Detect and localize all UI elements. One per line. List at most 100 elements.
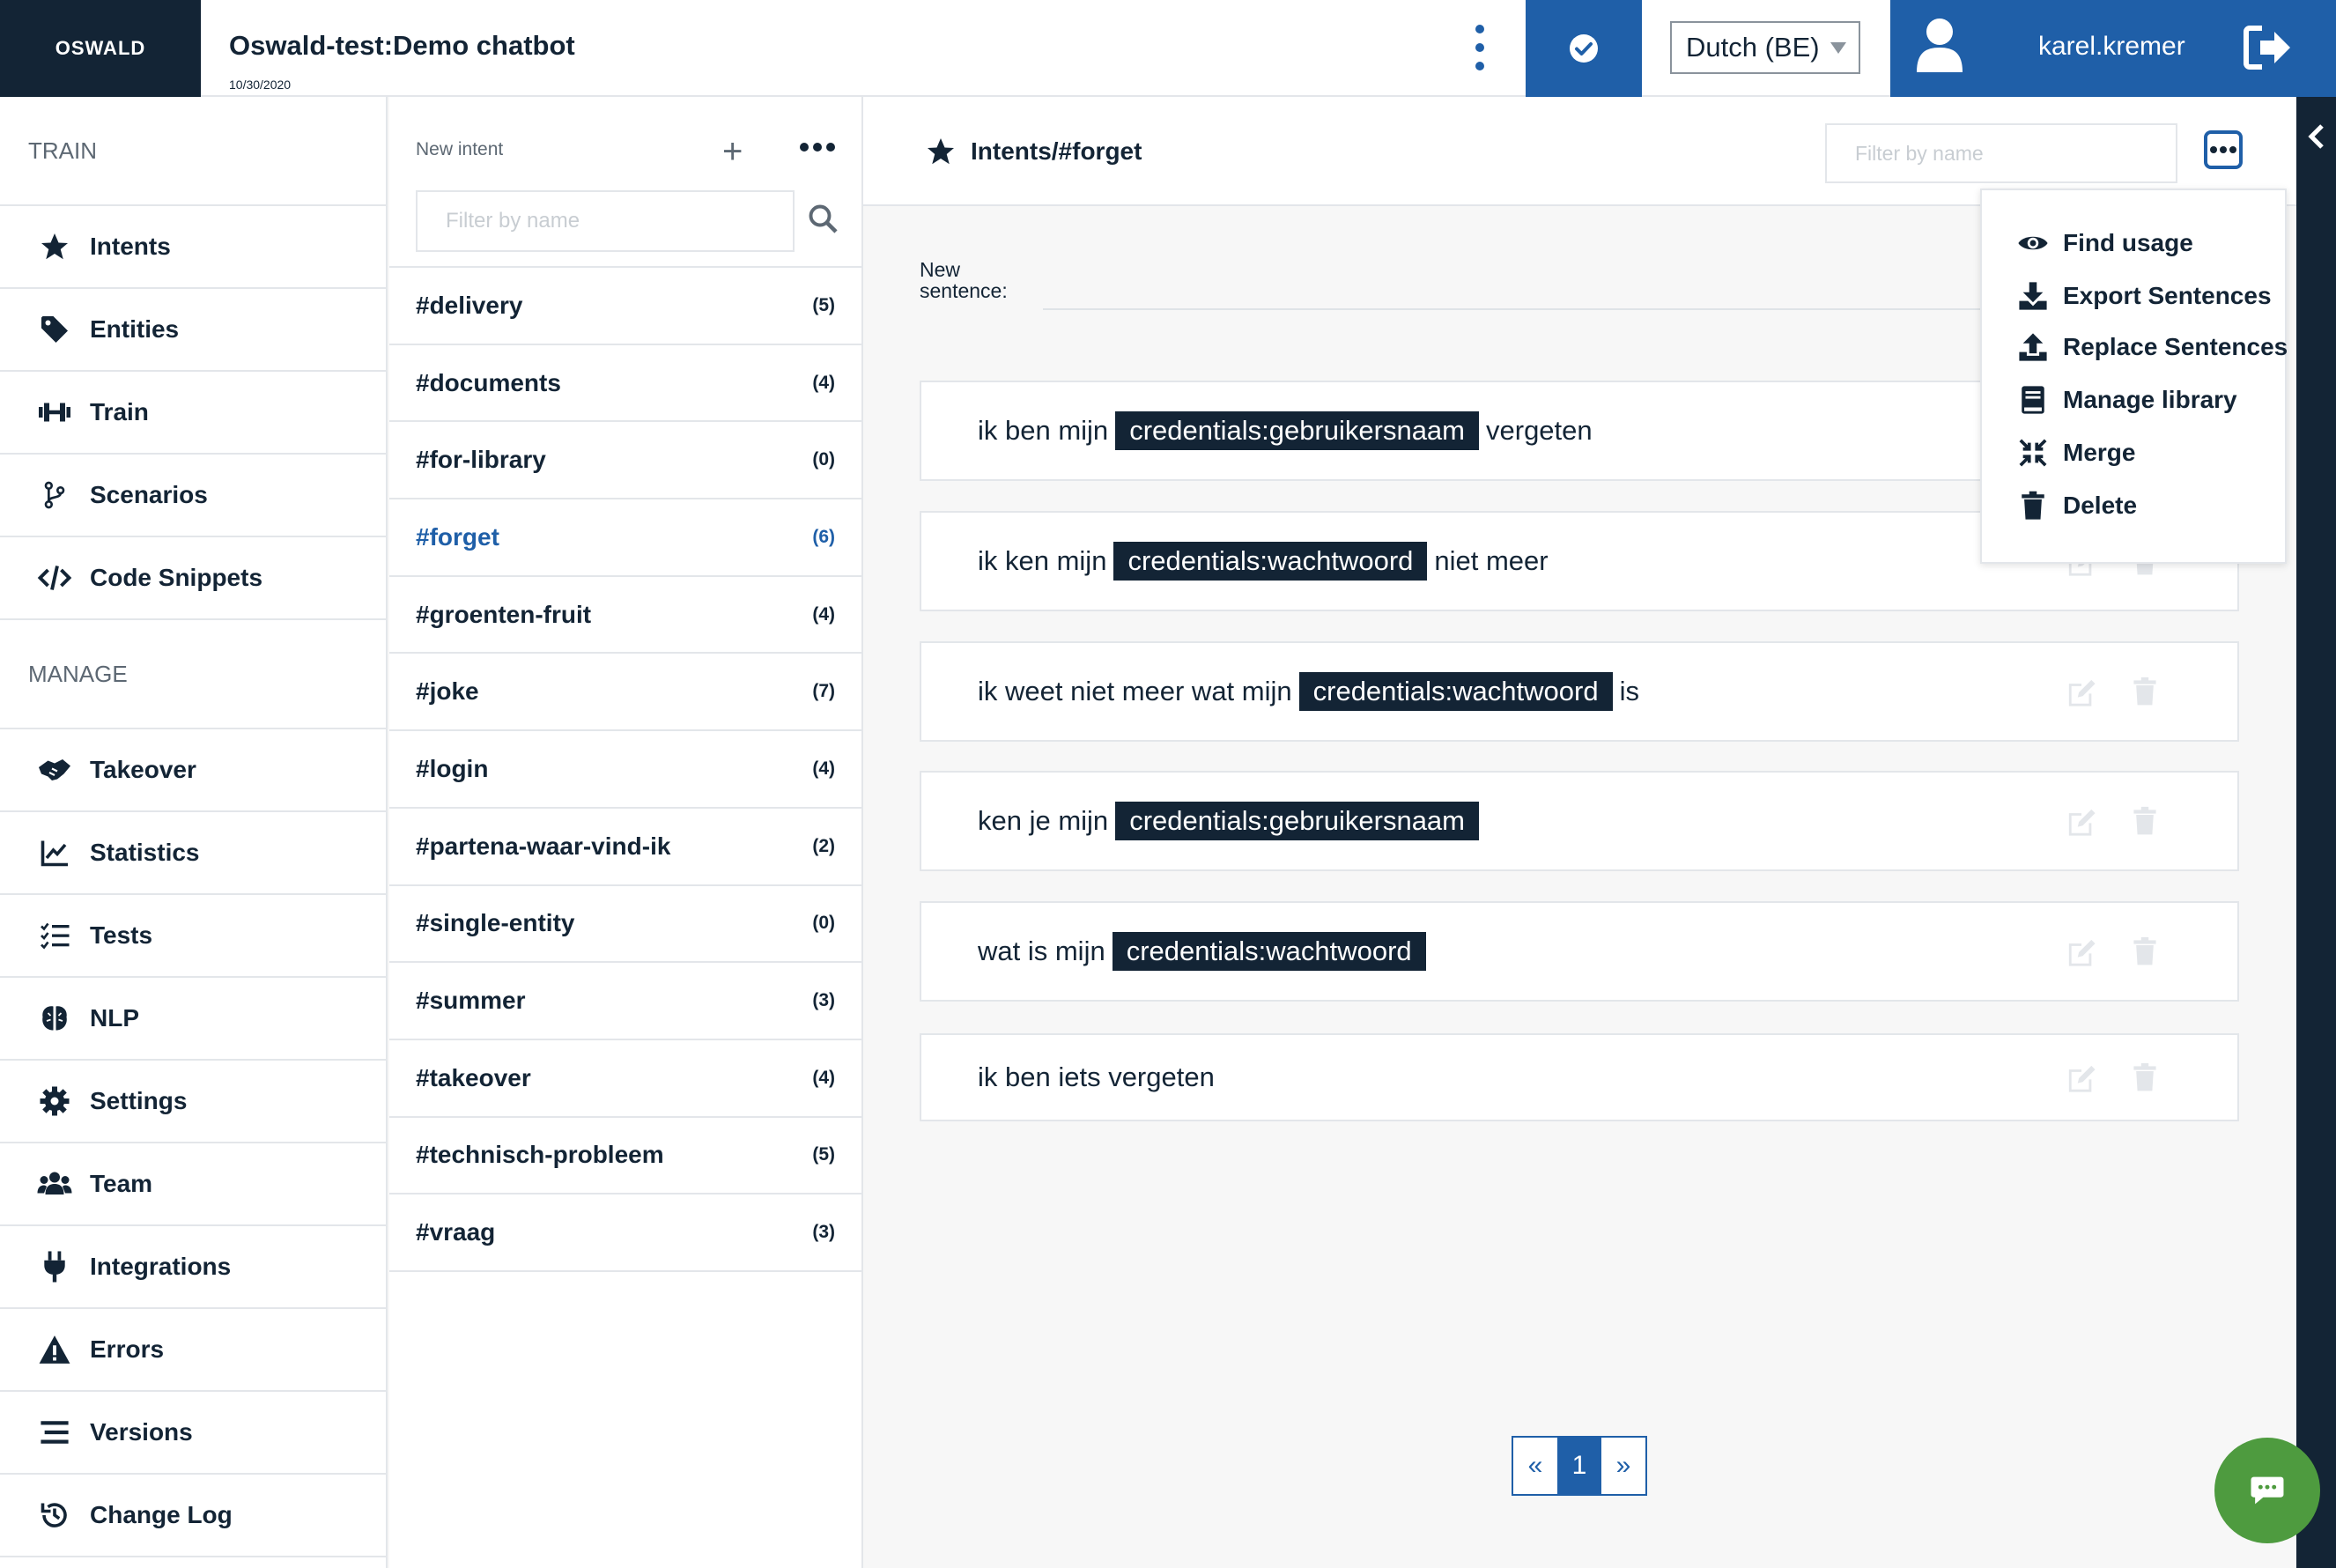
upload-icon: [2017, 331, 2049, 363]
intent-name: #technisch-probleem: [416, 1141, 664, 1169]
intent-count: (0): [812, 449, 835, 470]
sentence-filter-input[interactable]: [1825, 123, 2177, 183]
intent-row[interactable]: #documents (4): [389, 345, 861, 423]
intent-list: #delivery (5) #documents (4) #for-library (…: [389, 266, 861, 1272]
search-icon[interactable]: [807, 203, 839, 234]
sidebar-item-label: Tests: [90, 921, 153, 949]
sidebar-item-integrations[interactable]: Integrations: [0, 1226, 386, 1309]
edit-icon[interactable]: [2065, 807, 2098, 837]
sidebar-item-label: Errors: [90, 1335, 165, 1363]
sidebar-item-code-snippets[interactable]: Code Snippets: [0, 537, 386, 620]
sidebar-item-label: Scenarios: [90, 481, 208, 508]
intent-row[interactable]: #joke (7): [389, 654, 861, 732]
intent-name: #login: [416, 754, 489, 782]
menu-item-manage-library[interactable]: Manage library: [2017, 384, 2237, 416]
intent-name: #groenten-fruit: [416, 600, 592, 628]
intent-row[interactable]: #delivery (5): [389, 268, 861, 345]
kebab-menu-icon[interactable]: [1462, 25, 1497, 70]
entity-tag[interactable]: credentials:gebruikersnaam: [1115, 802, 1479, 840]
language-select[interactable]: Dutch (BE): [1670, 21, 1860, 74]
edit-icon[interactable]: [2065, 677, 2098, 707]
intent-row[interactable]: #takeover (4): [389, 1040, 861, 1118]
menu-item-replace-sentences[interactable]: Replace Sentences: [2017, 331, 2288, 363]
intents-panel-header: New intent +: [389, 97, 861, 169]
intent-row[interactable]: #vraag (3): [389, 1194, 861, 1272]
menu-item-label: Manage library: [2063, 386, 2237, 413]
sentence-row[interactable]: wat is mijn credentials:wachtwoord: [920, 901, 2239, 1002]
edit-icon[interactable]: [2065, 1063, 2098, 1093]
intent-row-active[interactable]: #forget (6): [389, 499, 861, 577]
user-area: karel.kremer: [1890, 0, 2336, 97]
sidebar-item-label: Change Log: [90, 1501, 233, 1528]
chevron-left-icon[interactable]: [2307, 123, 2326, 150]
sidebar-item-tests[interactable]: Tests: [0, 895, 386, 978]
menu-item-merge[interactable]: Merge: [2017, 437, 2135, 469]
trash-icon[interactable]: [2133, 936, 2157, 967]
eye-icon: [2017, 227, 2049, 259]
sidebar-item-entities[interactable]: Entities: [0, 289, 386, 372]
sentence-text: wat is mijn: [978, 936, 1105, 966]
compress-icon: [2017, 437, 2049, 469]
intent-count: (5): [812, 294, 835, 315]
chat-button[interactable]: [2214, 1438, 2320, 1543]
sidebar-item-nlp[interactable]: NLP: [0, 978, 386, 1061]
trash-icon[interactable]: [2133, 805, 2157, 837]
intent-row[interactable]: #partena-waar-vind-ik (2): [389, 809, 861, 886]
username[interactable]: karel.kremer: [2038, 32, 2185, 62]
intent-actions-button[interactable]: [2204, 130, 2243, 169]
intent-name: #delivery: [416, 291, 523, 319]
pagination-prev[interactable]: «: [1513, 1438, 1557, 1494]
pagination-current[interactable]: 1: [1557, 1438, 1601, 1494]
chart-line-icon: [35, 833, 74, 872]
sidebar-item-label: Statistics: [90, 839, 200, 866]
intent-row[interactable]: #groenten-fruit (4): [389, 577, 861, 655]
intents-more-icon[interactable]: [800, 143, 835, 152]
publish-button[interactable]: [1526, 0, 1642, 97]
intent-search-input[interactable]: [416, 190, 795, 252]
entity-tag[interactable]: credentials:wachtwoord: [1112, 932, 1426, 971]
intent-row[interactable]: #summer (3): [389, 963, 861, 1040]
sidebar-item-errors[interactable]: Errors: [0, 1309, 386, 1392]
intent-row[interactable]: #technisch-probleem (5): [389, 1118, 861, 1195]
sidebar-item-versions[interactable]: Versions: [0, 1392, 386, 1475]
sidebar-item-team[interactable]: Team: [0, 1143, 386, 1226]
add-intent-icon[interactable]: +: [722, 134, 743, 169]
user-avatar-icon[interactable]: [1915, 18, 1964, 74]
entity-tag[interactable]: credentials:gebruikersnaam: [1115, 411, 1479, 450]
sentence-row[interactable]: ik weet niet meer wat mijn credentials:wa…: [920, 641, 2239, 742]
sentence-row[interactable]: ken je mijn credentials:gebruikersnaam: [920, 771, 2239, 871]
book-icon: [2017, 384, 2049, 416]
trash-icon[interactable]: [2133, 676, 2157, 707]
intent-name: #joke: [416, 677, 479, 706]
intent-count: (4): [812, 603, 835, 625]
intent-row[interactable]: #login (4): [389, 731, 861, 809]
sidebar-item-scenarios[interactable]: Scenarios: [0, 455, 386, 537]
edit-icon[interactable]: [2065, 937, 2098, 967]
oswald-logo[interactable]: OSWALD: [0, 0, 201, 97]
entity-tag[interactable]: credentials:wachtwoord: [1113, 542, 1428, 581]
trash-icon[interactable]: [2133, 1061, 2157, 1093]
intent-count: (4): [812, 372, 835, 393]
menu-item-export-sentences[interactable]: Export Sentences: [2017, 280, 2272, 312]
sidebar-item-statistics[interactable]: Statistics: [0, 812, 386, 895]
entity-tag[interactable]: credentials:wachtwoord: [1298, 672, 1613, 711]
sidebar-item-intents[interactable]: Intents: [0, 206, 386, 289]
breadcrumb: Intents/#forget: [971, 137, 1142, 165]
menu-item-delete[interactable]: Delete: [2017, 490, 2137, 521]
chat-bubble-icon: [2251, 1476, 2284, 1505]
sidebar-item-takeover[interactable]: Takeover: [0, 729, 386, 812]
intent-row[interactable]: #single-entity (0): [389, 886, 861, 964]
pagination-next[interactable]: »: [1601, 1438, 1645, 1494]
sidebar-item-train[interactable]: Train: [0, 372, 386, 455]
menu-item-find-usage[interactable]: Find usage: [2017, 227, 2193, 259]
sidebar-item-change-log[interactable]: Change Log: [0, 1475, 386, 1557]
logout-icon[interactable]: [2243, 23, 2294, 72]
intent-row[interactable]: #for-library (0): [389, 422, 861, 500]
new-sentence-label: New sentence:: [920, 258, 1008, 302]
sidebar: TRAIN Intents Entities Train Scenarios C…: [0, 97, 388, 1568]
sidebar-item-settings[interactable]: Settings: [0, 1061, 386, 1143]
menu-item-label: Delete: [2063, 492, 2138, 519]
sidebar-item-label: Code Snippets: [90, 564, 263, 591]
sentence-row[interactable]: ik ben iets vergeten: [920, 1033, 2239, 1121]
intent-name: #partena-waar-vind-ik: [416, 832, 671, 860]
